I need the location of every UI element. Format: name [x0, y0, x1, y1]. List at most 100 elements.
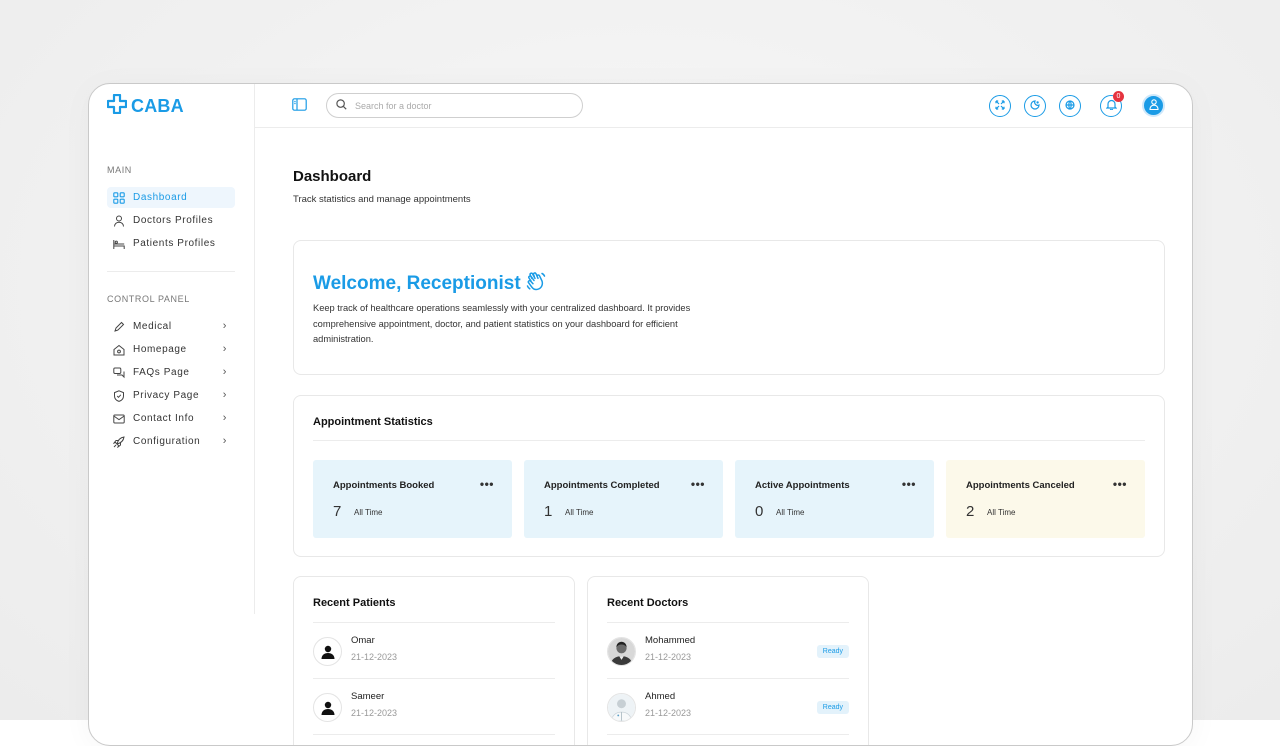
home-icon: [113, 344, 125, 356]
list-item[interactable]: Mohammed 21-12-2023 Ready: [607, 623, 849, 679]
sidebar-item-label: Homepage: [133, 344, 187, 355]
appointment-statistics-heading: Appointment Statistics: [313, 416, 433, 428]
theme-toggle-icon: [1030, 97, 1040, 115]
user-avatar-button[interactable]: [1142, 94, 1165, 117]
chevron-right-icon: ›: [222, 366, 227, 378]
language-globe-icon: [1065, 97, 1075, 115]
stat-active-appointments: Active Appointments ••• 0 All Time: [735, 460, 934, 538]
divider: [313, 440, 1145, 441]
list-item[interactable]: Sameer 21-12-2023: [313, 679, 555, 735]
sidebar-item-faqs-page[interactable]: FAQs Page ›: [107, 362, 235, 383]
sidebar-item-label: Configuration: [133, 436, 201, 447]
chevron-right-icon: ›: [222, 389, 227, 401]
page-title: Dashboard: [293, 168, 372, 185]
stat-title: Active Appointments: [755, 480, 850, 491]
divider: [607, 734, 849, 735]
user-silhouette-icon: [321, 645, 334, 659]
sidebar-item-homepage[interactable]: Homepage ›: [107, 339, 235, 360]
chevron-right-icon: ›: [222, 343, 227, 355]
welcome-heading: Welcome, Receptionist: [313, 270, 547, 298]
theme-toggle-button[interactable]: [1024, 95, 1046, 117]
stat-title: Appointments Booked: [333, 480, 435, 491]
logo[interactable]: CABA: [106, 93, 184, 119]
stat-period: All Time: [987, 508, 1016, 517]
pen-icon: [113, 321, 125, 333]
page-subtitle: Track statistics and manage appointments: [293, 194, 471, 205]
patient-date: 21-12-2023: [351, 652, 398, 662]
doctor-photo-icon: [608, 638, 635, 665]
rocket-icon: [113, 435, 125, 448]
welcome-description: Keep track of healthcare operations seam…: [313, 303, 691, 344]
doctor-photo-icon: [608, 694, 635, 721]
doctor-date: 21-12-2023: [645, 652, 692, 662]
more-options-icon[interactable]: •••: [480, 477, 494, 491]
sidebar-item-privacy-page[interactable]: Privacy Page ›: [107, 385, 235, 406]
chat-icon: [113, 367, 125, 379]
sidebar-item-label: Medical: [133, 321, 172, 332]
language-button[interactable]: [1059, 95, 1081, 117]
stat-period: All Time: [776, 508, 805, 517]
stat-value: 2: [966, 503, 975, 520]
chevron-right-icon: ›: [222, 320, 227, 332]
divider: [313, 734, 555, 735]
section-label-main: MAIN: [107, 165, 132, 175]
stat-value: 1: [544, 503, 553, 520]
sidebar-item-patients-profiles[interactable]: Patients Profiles: [107, 233, 235, 254]
appointment-statistics-card: Appointment Statistics Appointments Book…: [293, 395, 1165, 557]
sidebar-item-label: Doctors Profiles: [133, 215, 214, 226]
more-options-icon[interactable]: •••: [691, 477, 705, 491]
patient-date: 21-12-2023: [351, 708, 398, 718]
doctor-photo: [607, 693, 636, 722]
sidebar-item-contact-info[interactable]: Contact Info ›: [107, 408, 235, 429]
stat-title: Appointments Completed: [544, 480, 660, 491]
doctor-photo: [607, 637, 636, 666]
welcome-title-text: Welcome, Receptionist: [313, 273, 521, 294]
sidebar-item-label: Privacy Page: [133, 390, 200, 401]
sidebar-item-label: FAQs Page: [133, 367, 190, 378]
chevron-right-icon: ›: [222, 412, 227, 424]
notifications-button[interactable]: 0: [1100, 91, 1124, 117]
avatar: [313, 637, 342, 666]
topbar: 0: [255, 84, 1192, 128]
recent-doctors-heading: Recent Doctors: [607, 597, 689, 609]
main-nav: Dashboard Doctors Profiles Patients Prof…: [107, 187, 235, 256]
stat-appointments-completed: Appointments Completed ••• 1 All Time: [524, 460, 723, 538]
search-icon: [336, 97, 347, 115]
list-item[interactable]: Ahmed 21-12-2023 Ready: [607, 679, 849, 735]
sidebar-toggle-icon[interactable]: [292, 98, 307, 116]
shield-icon: [113, 389, 125, 402]
stat-appointments-booked: Appointments Booked ••• 7 All Time: [313, 460, 512, 538]
more-options-icon[interactable]: •••: [1113, 477, 1127, 491]
medical-cross-icon: [106, 93, 128, 119]
status-badge: Ready: [816, 701, 849, 714]
stat-value: 7: [333, 503, 342, 520]
avatar: [313, 693, 342, 722]
recent-patients-heading: Recent Patients: [313, 597, 396, 609]
control-nav: Medical › Homepage › FAQs Page › Privacy…: [107, 316, 235, 454]
sidebar: CABA MAIN Dashboard Doctors Profiles Pat…: [89, 84, 255, 614]
stat-appointments-canceled: Appointments Canceled ••• 2 All Time: [946, 460, 1145, 538]
user-avatar-icon: [1148, 97, 1159, 115]
dashboard-grid-icon: [113, 191, 125, 204]
search-input[interactable]: [355, 100, 565, 111]
more-options-icon[interactable]: •••: [902, 477, 916, 491]
bed-icon: [113, 238, 125, 250]
status-badge: Ready: [816, 645, 849, 658]
patient-name: Sameer: [351, 691, 385, 702]
sidebar-item-configuration[interactable]: Configuration ›: [107, 431, 235, 452]
section-label-control-panel: CONTROL PANEL: [107, 294, 190, 304]
stat-period: All Time: [354, 508, 383, 517]
sidebar-item-dashboard[interactable]: Dashboard: [107, 187, 235, 208]
recent-doctors-card: Recent Doctors Mohammed 21-12-2023 Ready: [587, 576, 869, 745]
fullscreen-button[interactable]: [989, 95, 1011, 117]
list-item[interactable]: Omar 21-12-2023: [313, 623, 555, 679]
sidebar-item-medical[interactable]: Medical ›: [107, 316, 235, 337]
stat-value: 0: [755, 503, 764, 520]
stat-title: Appointments Canceled: [966, 480, 1075, 491]
search-bar[interactable]: [326, 93, 583, 118]
sidebar-divider: [107, 271, 235, 272]
welcome-card: Welcome, Receptionist Keep track of heal…: [293, 240, 1165, 375]
sidebar-item-doctors-profiles[interactable]: Doctors Profiles: [107, 210, 235, 231]
user-silhouette-icon: [321, 701, 334, 715]
notification-badge: 0: [1113, 91, 1124, 102]
